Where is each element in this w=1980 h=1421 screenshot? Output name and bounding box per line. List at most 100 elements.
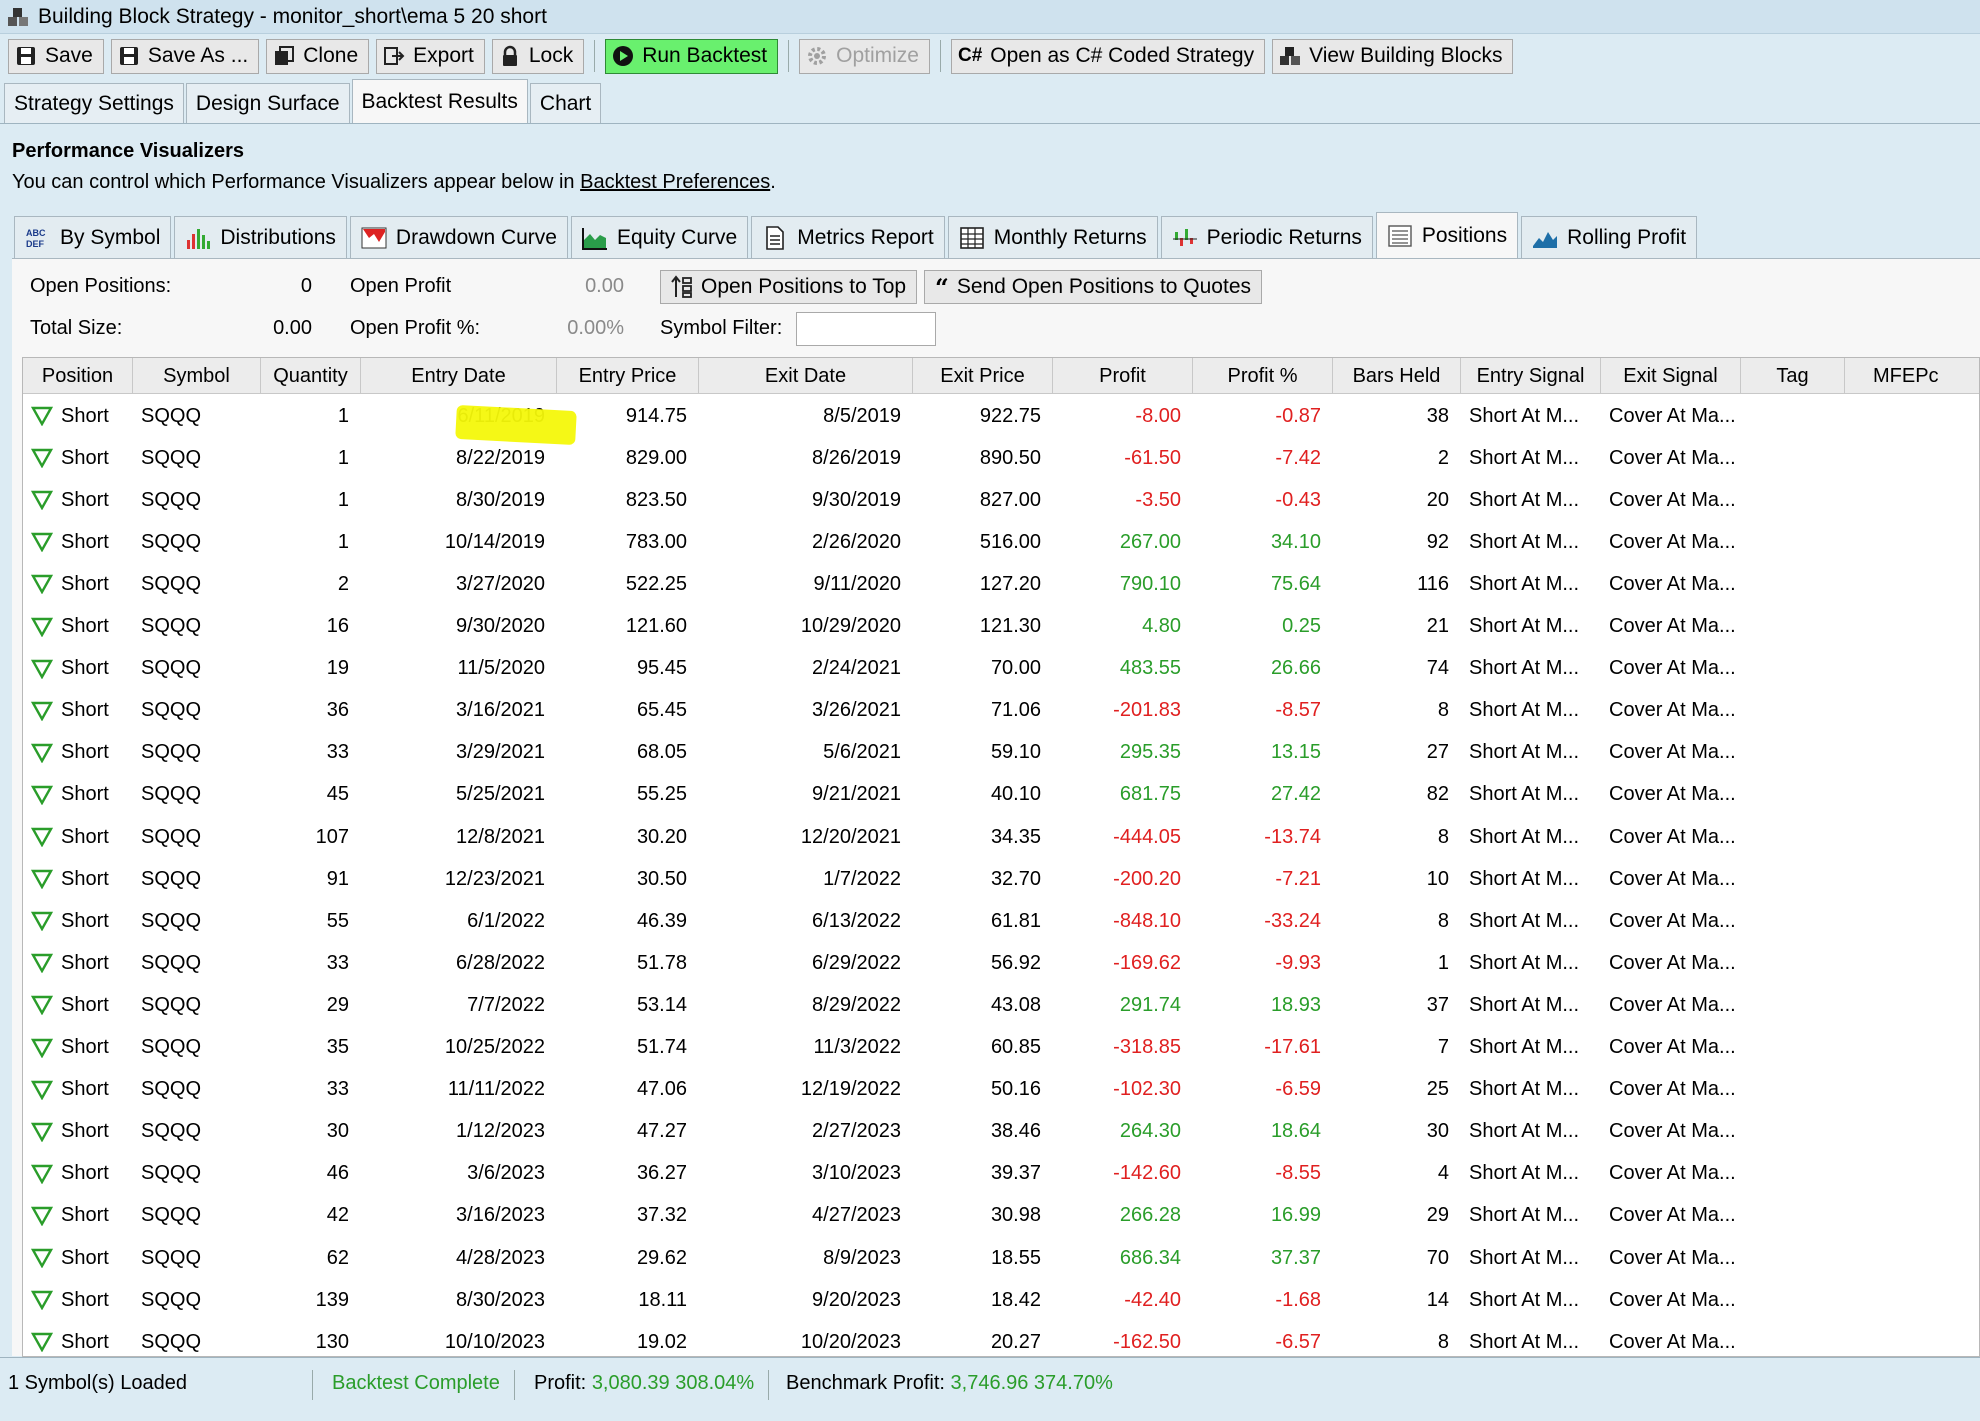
lock-button[interactable]: Lock [491, 38, 585, 74]
column-header-quantity[interactable]: Quantity [261, 358, 361, 394]
save-button[interactable]: Save [8, 38, 104, 74]
cell-profit-pct: -6.57 [1275, 1330, 1321, 1353]
column-header-entry-price[interactable]: Entry Price [557, 358, 699, 394]
table-row[interactable]: Short SQQQ 33 3/29/2021 68.05 5/6/2021 59.10 29… [23, 732, 1979, 774]
tab-positions[interactable]: Positions [1375, 212, 1519, 258]
short-triangle-icon [31, 617, 53, 637]
cell-tag [1749, 1153, 1845, 1195]
export-button[interactable]: Export [376, 38, 485, 74]
column-header-exit-price[interactable]: Exit Price [913, 358, 1053, 394]
cell-bars-held: 8 [1437, 699, 1449, 722]
tab-drawdown-curve[interactable]: Drawdown Curve [349, 216, 568, 258]
optimize-button[interactable]: Optimize [799, 38, 930, 74]
clone-button[interactable]: Clone [266, 38, 370, 74]
cell-quantity: 33 [326, 741, 349, 764]
table-row[interactable]: Short SQQQ 139 8/30/2023 18.11 9/20/2023 18.42… [23, 1279, 1979, 1321]
cell-position: Short [27, 1195, 137, 1237]
cell-exit-signal: Cover At Ma... [1609, 657, 1736, 680]
table-row[interactable]: Short SQQQ 35 10/25/2022 51.74 11/3/2022 60.85… [23, 1027, 1979, 1069]
cell-entry-signal: Short At M... [1469, 404, 1580, 427]
cell-quantity: 91 [326, 867, 349, 890]
column-header-position[interactable]: Position [23, 358, 133, 394]
backtest-preferences-link[interactable]: Backtest Preferences [580, 171, 770, 193]
tab-metrics-report[interactable]: Metrics Report [751, 216, 945, 258]
profit-status: Profit: 3,080.39 308.04% [534, 1372, 755, 1394]
cell-entry-price: 46.39 [636, 909, 687, 932]
cell-profit-pct: -17.61 [1264, 1036, 1321, 1058]
cell-exit-price: 50.16 [990, 1078, 1041, 1101]
cell-entry-price: 68.05 [636, 741, 687, 764]
column-header-entry-date[interactable]: Entry Date [361, 358, 557, 394]
tab-distributions[interactable]: Distributions [174, 216, 347, 258]
cell-exit-price: 59.10 [990, 741, 1041, 764]
tab-design-surface[interactable]: Design Surface [185, 83, 350, 123]
table-row[interactable]: ShortSQQQ16/11/2019914.758/5/2019922.75-… [23, 395, 1979, 437]
table-row[interactable]: Short SQQQ 1 8/30/2019 823.50 9/30/2019 827.00… [23, 479, 1979, 521]
cell-exit-date: 9/30/2019 [812, 488, 901, 511]
table-row[interactable]: Short SQQQ 45 5/25/2021 55.25 9/21/2021 40.10 6… [23, 774, 1979, 816]
cell-exit-date: 2/27/2023 [812, 1120, 901, 1143]
cell-tag [1749, 395, 1845, 437]
table-row[interactable]: Short SQQQ 1 10/14/2019 783.00 2/26/2020 516.0… [23, 521, 1979, 563]
cell-exit-date: 3/10/2023 [812, 1162, 901, 1185]
position-label: Short [61, 615, 109, 637]
cell-exit-date: 8/9/2023 [823, 1246, 901, 1269]
open-positions-to-top-button[interactable]: Open Positions to Top [660, 270, 918, 304]
column-header-exit-date[interactable]: Exit Date [699, 358, 913, 394]
column-header-exit-signal[interactable]: Exit Signal [1601, 358, 1741, 394]
cell-entry-price: 36.27 [636, 1162, 687, 1185]
table-row[interactable]: Short SQQQ 55 6/1/2022 46.39 6/13/2022 61.81 -8… [23, 900, 1979, 942]
table-row[interactable]: Short SQQQ 2 3/27/2020 522.25 9/11/2020 127.20… [23, 563, 1979, 605]
cell-symbol: SQQQ [141, 909, 202, 932]
table-row[interactable]: Short SQQQ 91 12/23/2021 30.50 1/7/2022 32.70 -… [23, 858, 1979, 900]
column-header-profit-pct[interactable]: Profit % [1193, 358, 1333, 394]
tab-periodic-returns[interactable]: Periodic Returns [1160, 216, 1373, 258]
cell-profit: -42.40 [1124, 1288, 1181, 1311]
cell-quantity: 33 [326, 951, 349, 974]
column-header-mfepct[interactable]: MFEPc [1845, 358, 1979, 394]
send-open-positions-to-quotes-button[interactable]: “ Send Open Positions to Quotes [924, 270, 1262, 304]
table-row[interactable]: Short SQQQ 36 3/16/2021 65.45 3/26/2021 71.06 -… [23, 690, 1979, 732]
table-row[interactable]: Short SQQQ 19 11/5/2020 95.45 2/24/2021 70.00 4… [23, 648, 1979, 690]
table-row[interactable]: Short SQQQ 130 10/10/2023 19.02 10/20/2023 20.… [23, 1321, 1979, 1356]
cell-profit: -169.62 [1113, 951, 1181, 974]
positions-panel: Open Positions: 0 Open Profit 0.00 Total… [12, 258, 1980, 1357]
table-row[interactable]: Short SQQQ 62 4/28/2023 29.62 8/9/2023 18.55 68… [23, 1237, 1979, 1279]
symbol-filter-input[interactable] [796, 312, 936, 346]
tab-by-symbol[interactable]: ABC DEF By Symbol [14, 216, 172, 258]
column-header-profit[interactable]: Profit [1053, 358, 1193, 394]
tab-monthly-returns[interactable]: Monthly Returns [947, 216, 1158, 258]
tab-backtest-results[interactable]: Backtest Results [351, 79, 528, 123]
table-row[interactable]: Short SQQQ 1 8/22/2019 829.00 8/26/2019 890.50… [23, 437, 1979, 479]
save-as-button[interactable]: Save As ... [110, 38, 260, 74]
column-header-entry-signal[interactable]: Entry Signal [1461, 358, 1601, 394]
tab-chart[interactable]: Chart [529, 83, 602, 123]
cell-exit-price: 70.00 [990, 657, 1041, 680]
histogram-icon [187, 228, 211, 249]
table-row[interactable]: Short SQQQ 16 9/30/2020 121.60 10/29/2020 121.… [23, 606, 1979, 648]
column-header-bars-held[interactable]: Bars Held [1333, 358, 1461, 394]
column-header-symbol[interactable]: Symbol [133, 358, 261, 394]
view-building-blocks-button[interactable]: View Building Blocks [1272, 38, 1514, 74]
table-row[interactable]: Short SQQQ 42 3/16/2023 37.32 4/27/2023 30.98 2… [23, 1195, 1979, 1237]
tab-rolling-profit[interactable]: Rolling Profit [1521, 216, 1698, 258]
column-header-tag[interactable]: Tag [1741, 358, 1845, 394]
table-row[interactable]: Short SQQQ 33 6/28/2022 51.78 6/29/2022 56.92 -… [23, 942, 1979, 984]
table-row[interactable]: Short SQQQ 107 12/8/2021 30.20 12/20/2021 34.3… [23, 816, 1979, 858]
cell-tag [1749, 1111, 1845, 1153]
cell-entry-date: 6/28/2022 [456, 951, 545, 974]
tab-equity-curve[interactable]: Equity Curve [570, 216, 749, 258]
table-row[interactable]: Short SQQQ 29 7/7/2022 53.14 8/29/2022 43.08 29… [23, 984, 1979, 1026]
cell-symbol: SQQQ [141, 615, 202, 637]
table-row[interactable]: Short SQQQ 46 3/6/2023 36.27 3/10/2023 39.37 -1… [23, 1153, 1979, 1195]
cell-exit-signal: Cover At Ma... [1609, 1162, 1736, 1185]
tab-strategy-settings[interactable]: Strategy Settings [4, 83, 184, 123]
table-row[interactable]: Short SQQQ 30 1/12/2023 47.27 2/27/2023 38.46 2… [23, 1111, 1979, 1153]
open-csharp-button[interactable]: C# Open as C# Coded Strategy [950, 38, 1266, 74]
cell-exit-signal: Cover At Ma... [1609, 446, 1736, 469]
cell-exit-signal: Cover At Ma... [1609, 1204, 1736, 1227]
cell-entry-signal: Short At M... [1469, 488, 1580, 511]
visualizer-tabs: ABC DEF By Symbol Distributions Drawdown … [14, 212, 1700, 258]
run-backtest-button[interactable]: Run Backtest [605, 38, 779, 74]
table-row[interactable]: Short SQQQ 33 11/11/2022 47.06 12/19/2022 50.1… [23, 1069, 1979, 1111]
